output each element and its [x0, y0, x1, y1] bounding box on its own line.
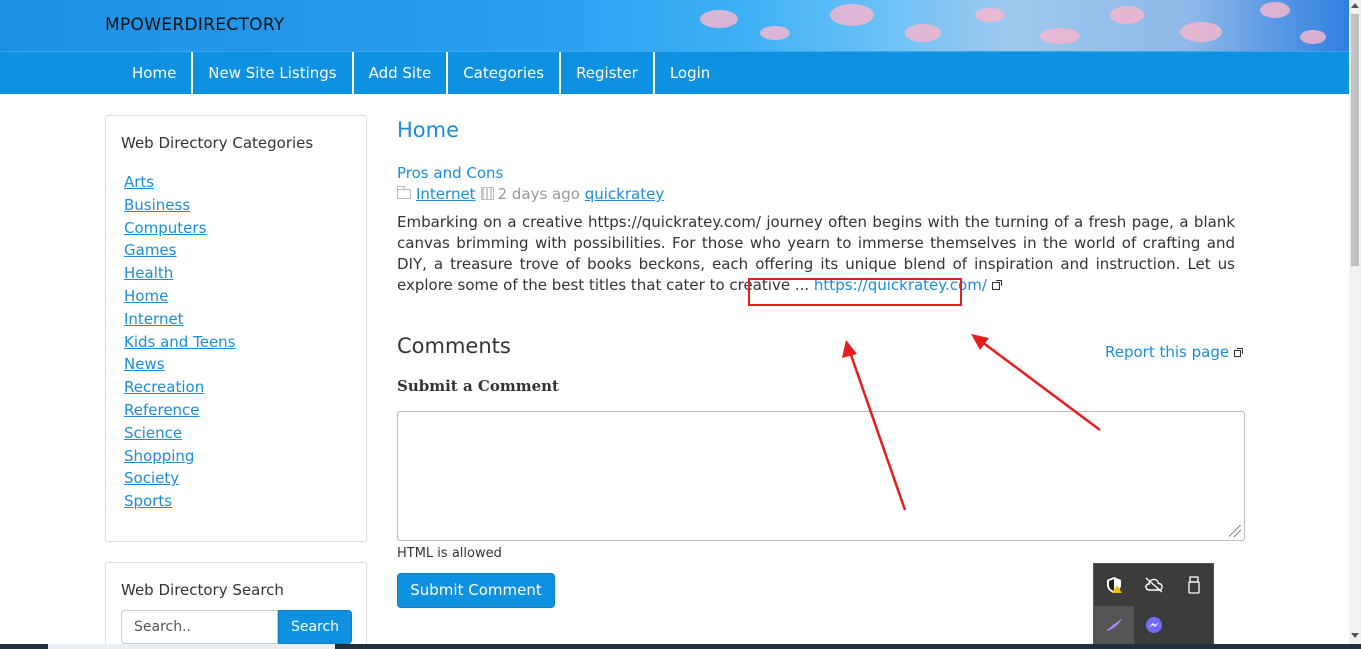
page-scrollbar[interactable]: [1349, 0, 1361, 649]
page-title: Home: [397, 118, 460, 142]
category-item[interactable]: Arts: [124, 171, 236, 194]
nav-new-site-listings[interactable]: New Site Listings: [193, 52, 354, 95]
site-brand[interactable]: MPOWERDIRECTORY: [105, 15, 285, 35]
submit-comment-button[interactable]: Submit Comment: [397, 573, 555, 608]
blossom-decoration: [1110, 6, 1144, 24]
category-item[interactable]: Science: [124, 422, 236, 445]
category-link-reference[interactable]: Reference: [124, 401, 200, 419]
nav-categories[interactable]: Categories: [448, 52, 562, 95]
annotation-highlight-box: [748, 278, 962, 306]
blossom-decoration: [905, 24, 941, 42]
category-link-computers[interactable]: Computers: [124, 219, 206, 237]
pen-icon[interactable]: [1094, 606, 1134, 644]
nav-login[interactable]: Login: [655, 52, 725, 95]
post-date: 2 days ago: [497, 185, 580, 203]
blossom-decoration: [975, 8, 1005, 22]
external-link-icon: [991, 280, 1002, 290]
nav-add-site[interactable]: Add Site: [354, 52, 449, 95]
categories-panel-title: Web Directory Categories: [121, 134, 314, 152]
category-link-games[interactable]: Games: [124, 241, 176, 259]
categories-panel: Web Directory Categories Arts Business C…: [105, 115, 367, 542]
search-button[interactable]: Search: [278, 610, 352, 644]
calendar-icon: [480, 187, 494, 200]
scroll-thumb[interactable]: [1351, 14, 1359, 266]
category-item[interactable]: News: [124, 353, 236, 376]
category-item[interactable]: Business: [124, 194, 236, 217]
category-item[interactable]: Shopping: [124, 445, 236, 468]
post-author-link[interactable]: quickratey: [585, 185, 664, 203]
category-link-arts[interactable]: Arts: [124, 173, 154, 191]
category-item[interactable]: Internet: [124, 308, 236, 331]
category-link-news[interactable]: News: [124, 355, 165, 373]
category-item[interactable]: Sports: [124, 490, 236, 513]
nav-register[interactable]: Register: [561, 52, 655, 95]
messenger-icon[interactable]: [1134, 606, 1174, 644]
category-link-business[interactable]: Business: [124, 196, 190, 214]
report-page-label[interactable]: Report this page: [1105, 343, 1229, 361]
system-tray-popup: [1093, 563, 1214, 649]
search-panel: Web Directory Search Search: [105, 562, 367, 649]
category-item[interactable]: Kids and Teens: [124, 331, 236, 354]
nav-home[interactable]: Home: [117, 52, 194, 95]
post-meta: Internet 2 days ago quickratey: [397, 185, 664, 203]
taskbar-active-window[interactable]: [48, 644, 335, 649]
category-link-shopping[interactable]: Shopping: [124, 447, 194, 465]
blossom-decoration: [1180, 22, 1222, 42]
scroll-down-arrow-icon[interactable]: [1351, 633, 1359, 638]
comment-textarea[interactable]: [397, 411, 1245, 541]
html-allowed-note: HTML is allowed: [397, 546, 502, 561]
blossom-decoration: [700, 10, 738, 28]
category-link-recreation[interactable]: Recreation: [124, 378, 204, 396]
search-input[interactable]: [121, 610, 278, 644]
category-item[interactable]: Reference: [124, 399, 236, 422]
category-item[interactable]: Health: [124, 262, 236, 285]
category-link-science[interactable]: Science: [124, 424, 182, 442]
blossom-decoration: [1260, 2, 1290, 18]
submit-comment-heading: Submit a Comment: [397, 377, 559, 395]
search-panel-title: Web Directory Search: [121, 581, 284, 599]
category-link-kids-and-teens[interactable]: Kids and Teens: [124, 333, 236, 351]
scroll-up-arrow-icon[interactable]: [1351, 3, 1359, 8]
comments-heading: Comments: [397, 334, 511, 358]
category-item[interactable]: Games: [124, 239, 236, 262]
textarea-resize-handle[interactable]: [1229, 525, 1241, 537]
category-item[interactable]: Society: [124, 467, 236, 490]
category-list: Arts Business Computers Games Health Hom…: [124, 171, 236, 513]
security-warning-icon[interactable]: [1094, 566, 1134, 604]
cloud-offline-icon[interactable]: [1134, 566, 1174, 604]
category-link-home[interactable]: Home: [124, 287, 168, 305]
category-link-sports[interactable]: Sports: [124, 492, 172, 510]
external-link-icon: [1234, 348, 1244, 357]
folder-icon: [397, 186, 411, 199]
post-title-link[interactable]: Pros and Cons: [397, 164, 503, 182]
header-banner: MPOWERDIRECTORY: [0, 0, 1349, 51]
report-page-link[interactable]: Report this page: [1105, 343, 1244, 361]
category-link-society[interactable]: Society: [124, 469, 179, 487]
blossom-decoration: [830, 4, 874, 26]
blossom-decoration: [1040, 28, 1080, 44]
usb-drive-icon[interactable]: [1174, 566, 1214, 604]
main-navbar: Home New Site Listings Add Site Categori…: [0, 51, 1349, 95]
category-link-internet[interactable]: Internet: [124, 310, 184, 328]
blossom-decoration: [760, 26, 790, 40]
nav-list: Home New Site Listings Add Site Categori…: [117, 52, 725, 95]
category-item[interactable]: Home: [124, 285, 236, 308]
blossom-decoration: [1300, 30, 1326, 44]
post-category-link[interactable]: Internet: [416, 185, 476, 203]
category-item[interactable]: Computers: [124, 217, 236, 240]
category-link-health[interactable]: Health: [124, 264, 173, 282]
category-item[interactable]: Recreation: [124, 376, 236, 399]
